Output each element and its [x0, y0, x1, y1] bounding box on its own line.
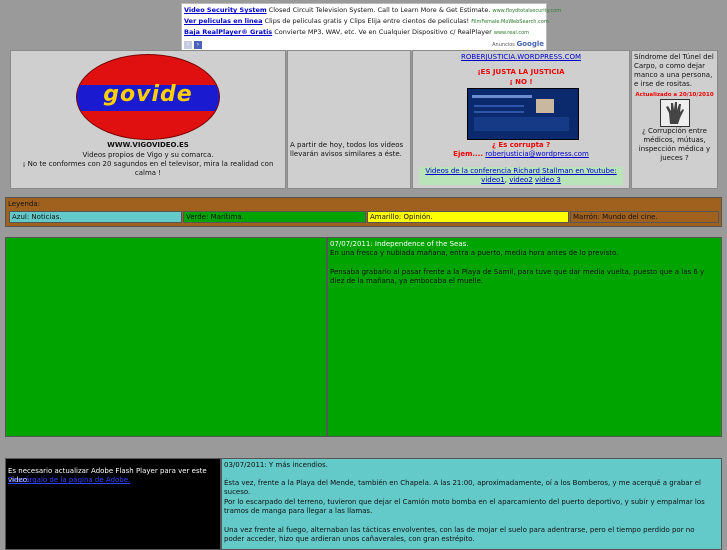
legend-bar: Leyenda: Azul: Noticias. Verde: Marítima… [5, 197, 722, 227]
ad-url[interactable]: www.floydtotalsecurity.com [492, 8, 561, 14]
ad-row[interactable]: Ver peliculas en linea Clips de pelicula… [184, 17, 549, 25]
hand-icon [666, 102, 684, 124]
post-maritime: 07/07/2011: Independence of the Seas. En… [327, 237, 722, 437]
hand-image[interactable] [660, 99, 690, 127]
legend-item-maritime: Verde: Marítima. [183, 211, 366, 223]
legend-item-news: Azul: Noticias. [9, 211, 182, 223]
ad-nav: ‹ › [184, 41, 202, 49]
carpo-box: Síndrome del Túnel del Carpo, o como dej… [631, 50, 718, 189]
ad-text: Clips de peliculas gratis y Clips Elija … [264, 17, 470, 25]
legend-item-cinema: Marrón: Mundo del cine. [570, 211, 719, 223]
video1-link[interactable]: video1 [481, 176, 505, 184]
legend-title: Leyenda: [8, 200, 41, 208]
ad-next-icon[interactable]: › [194, 41, 202, 49]
logo-box: govide WWW.VIGOVIDEO.ES Videos propios d… [10, 50, 286, 189]
screenshot-line [474, 111, 524, 113]
post-title: 03/07/2011: Y más incendios. [224, 461, 328, 469]
notice-box: A partir de hoy, todos los videos llevar… [287, 50, 411, 189]
site-name: WWW.VIGOVIDEO.ES [107, 141, 189, 149]
post-paragraph: Pensaba grabarlo al pasar frente a la Pl… [330, 268, 705, 285]
ad-title-link[interactable]: Video Security System [184, 6, 267, 14]
vigovideo-logo[interactable]: govide [76, 54, 220, 140]
screenshot-header-bar [472, 95, 532, 98]
video-player-area[interactable] [5, 237, 327, 437]
ad-text: Convierte MP3, WAV, etc. Ve en Cualquier… [274, 28, 492, 36]
ad-title-link[interactable]: Baja RealPlayer® Gratis [184, 28, 272, 36]
post-paragraph: Ésta vez, frente a la Playa del Mende, t… [224, 479, 701, 496]
ad-title-link[interactable]: Ver peliculas en linea [184, 17, 262, 25]
carpo-text: Síndrome del Túnel del Carpo, o como dej… [634, 53, 714, 88]
post-paragraph: Una vez frente al fuego, alternaban las … [224, 526, 695, 543]
ejem-label: Ejem.... [453, 150, 484, 158]
stallman-conference-link[interactable]: Videos de la conferencia Richard Stallma… [425, 167, 616, 175]
justicia-blog-link[interactable]: ROBERJUSTICIA.WORDPRESS.COM [461, 53, 581, 61]
ads-by-label: Anuncios [492, 42, 515, 48]
blog-email-link[interactable]: roberjusticia@wordpress.com [485, 150, 589, 158]
post-paragraph: En una fresca y nublada mañana, entra a … [330, 249, 619, 257]
ad-url[interactable]: www.real.com [494, 30, 529, 36]
post-news: 03/07/2011: Y más incendios. Ésta vez, f… [221, 458, 722, 550]
carpo-question: ¿ Corrupción entre médicos, mútuas, insp… [638, 127, 711, 162]
ad-url[interactable]: FilmFemale.MoWebSearch.com [471, 19, 549, 25]
ad-row[interactable]: Video Security System Closed Circuit Tel… [184, 6, 561, 14]
screenshot-photo [536, 99, 554, 113]
video2-link[interactable]: video2 [509, 176, 533, 184]
google-logo: Google [516, 40, 544, 48]
flash-player-area[interactable]: Es necesario actualizar Adobe Flash Play… [5, 458, 221, 550]
blog-screenshot[interactable] [467, 88, 579, 140]
ad-block: Video Security System Closed Circuit Tel… [181, 3, 561, 51]
screenshot-body [474, 117, 569, 131]
logo-subtagline: ¡ No te conformes con 20 sagundos en el … [22, 160, 274, 177]
adobe-download-link[interactable]: Descárgalo de la página de Adobe. [8, 476, 130, 484]
corrupta-question: ¿ Es corrupta ? [491, 141, 551, 149]
notice-text: A partir de hoy, todos los videos llevar… [290, 141, 404, 158]
ad-text: Closed Circuit Television System. Call t… [268, 6, 491, 14]
ads-by-google[interactable]: Anuncios Google [492, 40, 544, 48]
justicia-heading: ¡ES JUSTA LA JUSTICIA [477, 68, 565, 76]
logo-tagline: Videos propios de Vigo y su comarca. [82, 151, 214, 159]
justicia-box: ROBERJUSTICIA.WORDPRESS.COM ¡ES JUSTA LA… [412, 50, 630, 189]
screenshot-line [474, 105, 524, 107]
logo-text: govide [103, 82, 193, 107]
justicia-heading-no: ¡ NO ! [509, 78, 533, 86]
video3-link[interactable]: video 3 [535, 176, 561, 184]
ad-row[interactable]: Baja RealPlayer® Gratis Convierte MP3, W… [184, 28, 529, 36]
post-paragraph: Por lo escarpado del terreno, tuvieron q… [224, 498, 705, 515]
legend-item-opinion: Amarillo: Opinión. [367, 211, 569, 223]
ad-prev-icon[interactable]: ‹ [184, 41, 192, 49]
post-title: 07/07/2011: Independence of the Seas. [330, 240, 469, 248]
